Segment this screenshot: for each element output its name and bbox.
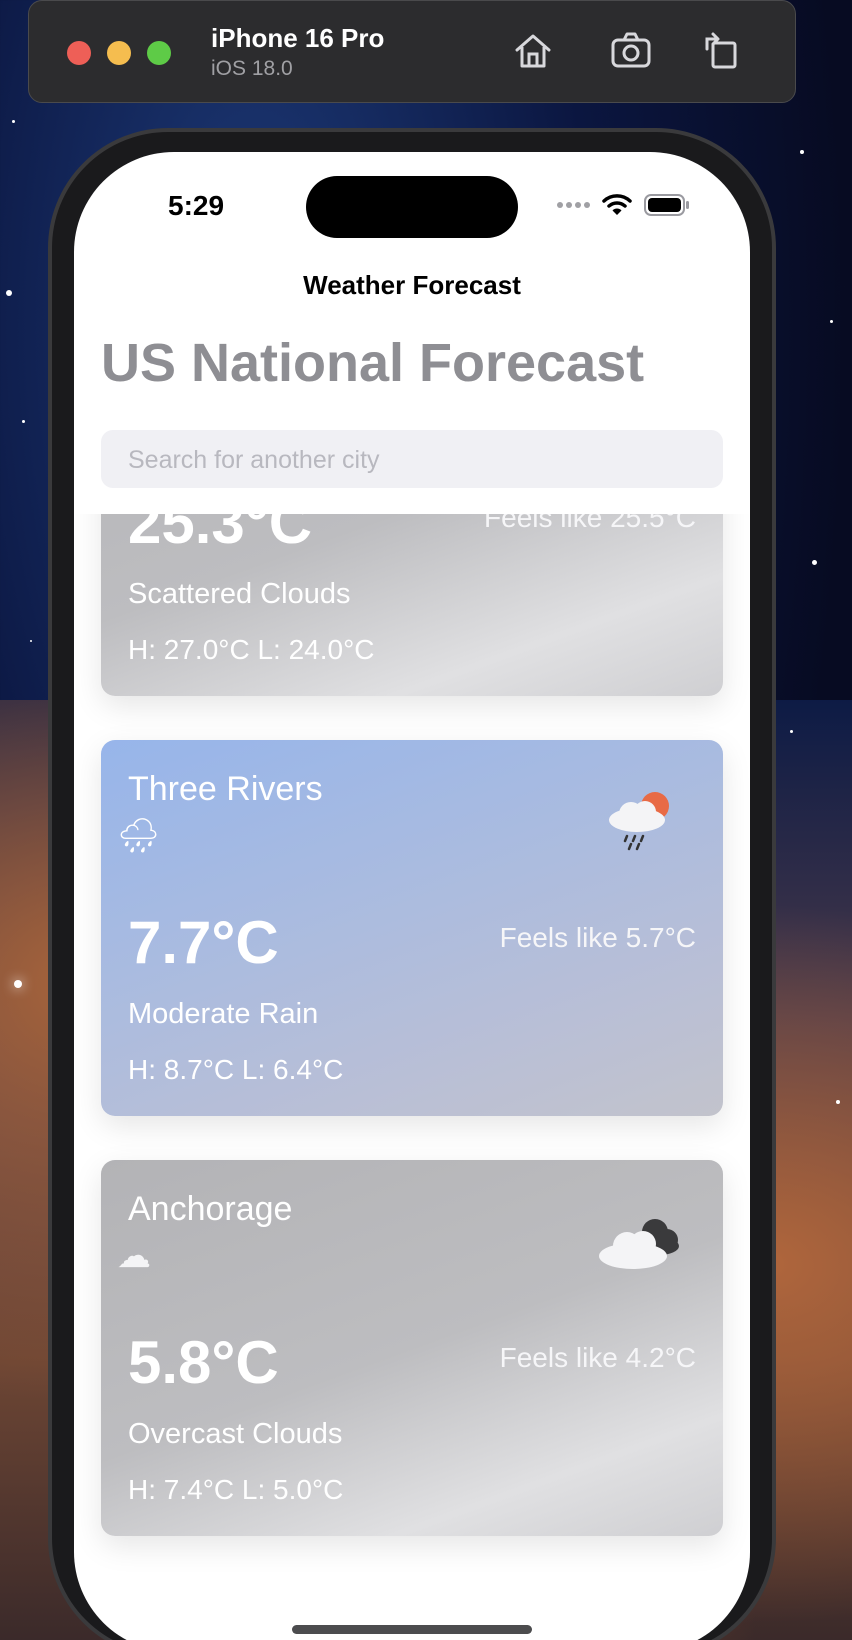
screenshot-icon[interactable]: [609, 29, 653, 73]
overcast-clouds-icon: [599, 1219, 679, 1269]
cloud-icon: ☁: [117, 1237, 151, 1275]
minimize-window-button[interactable]: [107, 41, 131, 65]
rain-cloud-icon: 🌧: [117, 817, 161, 855]
status-icons: [556, 190, 690, 220]
device-name: iPhone 16 Pro: [211, 23, 385, 53]
forecast-card[interactable]: Three Rivers 🌧 7.7°C Feels like 5.7°C Mo…: [101, 740, 723, 1116]
star: [12, 120, 15, 123]
simulator-title-bar: iPhone 16 Pro iOS 18.0: [28, 0, 796, 103]
temperature: 25.3°C: [128, 514, 313, 556]
city-name: Anchorage: [128, 1190, 293, 1228]
home-indicator[interactable]: [292, 1625, 532, 1634]
high-low: H: 7.4°C L: 5.0°C: [128, 1474, 344, 1505]
weather-description: Moderate Rain: [128, 998, 319, 1030]
signal-dots-icon: [557, 202, 590, 208]
star: [790, 730, 793, 733]
star: [6, 290, 12, 296]
high-low: H: 27.0°C L: 24.0°C: [128, 634, 375, 665]
rotate-icon[interactable]: [701, 29, 745, 73]
star: [14, 980, 22, 988]
page-title: US National Forecast: [101, 333, 645, 393]
star: [30, 640, 32, 642]
dynamic-island: [306, 176, 518, 238]
search-input[interactable]: Search for another city: [101, 430, 723, 488]
star: [800, 150, 804, 154]
close-window-button[interactable]: [67, 41, 91, 65]
nav-title: Weather Forecast: [303, 270, 521, 300]
forecast-list[interactable]: 25.3°C Feels like 25.5°C Scattered Cloud…: [74, 514, 750, 1640]
wifi-icon: [602, 194, 632, 215]
temperature: 7.7°C: [128, 909, 279, 976]
home-icon[interactable]: [511, 29, 555, 73]
zoom-window-button[interactable]: [147, 41, 171, 65]
weather-description: Overcast Clouds: [128, 1418, 343, 1450]
star: [812, 560, 817, 565]
battery-icon: [644, 194, 689, 216]
feels-like: Feels like 25.5°C: [484, 514, 696, 533]
status-time: 5:29: [168, 190, 225, 221]
star: [22, 420, 25, 423]
forecast-card[interactable]: Anchorage ☁ 5.8°C Feels like 4.2°C Overc…: [101, 1160, 723, 1536]
weather-description: Scattered Clouds: [128, 578, 351, 610]
high-low: H: 8.7°C L: 6.4°C: [128, 1054, 344, 1085]
feels-like: Feels like 4.2°C: [499, 1342, 696, 1373]
rain-sun-cloud-icon: [609, 792, 669, 851]
phone-screen: 5:29 Weather Forecast US National Foreca…: [74, 152, 750, 1640]
star: [830, 320, 833, 323]
temperature: 5.8°C: [128, 1329, 279, 1396]
star: [836, 1100, 840, 1104]
feels-like: Feels like 5.7°C: [499, 922, 696, 953]
forecast-card[interactable]: 25.3°C Feels like 25.5°C Scattered Cloud…: [101, 514, 723, 696]
city-name: Three Rivers: [128, 770, 323, 808]
os-version: iOS 18.0: [211, 57, 293, 80]
